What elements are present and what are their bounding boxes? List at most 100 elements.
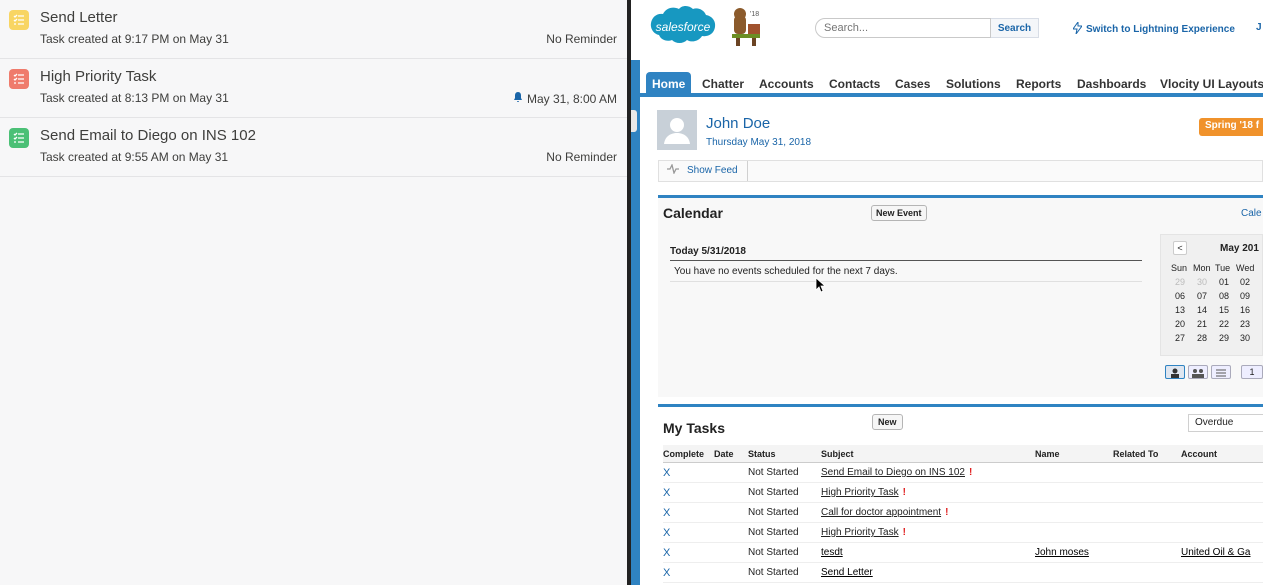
col-account[interactable]: Account — [1181, 449, 1217, 459]
mascot-badge: '18 — [750, 11, 759, 18]
calendar-month-label: May 201 — [1220, 243, 1259, 254]
task-reminder: No Reminder — [546, 150, 617, 164]
new-event-button[interactable]: New Event — [871, 205, 927, 221]
salesforce-logo[interactable]: salesforce — [647, 4, 719, 52]
col-status[interactable]: Status — [748, 449, 776, 459]
calendar-day[interactable]: 30 — [1193, 277, 1211, 287]
task-subject-link[interactable]: High Priority Task — [821, 527, 899, 538]
col-related-to[interactable]: Related To — [1113, 449, 1158, 459]
calendar-day[interactable]: 02 — [1236, 277, 1254, 287]
col-date[interactable]: Date — [714, 449, 734, 459]
calendar-day[interactable]: 14 — [1193, 305, 1211, 315]
complete-link[interactable]: X — [663, 487, 670, 499]
calendar-day[interactable]: 15 — [1215, 305, 1233, 315]
table-row: X Not Started High Priority Task! — [663, 523, 1263, 543]
task-filter-select[interactable]: Overdue — [1188, 414, 1263, 432]
task-item[interactable]: Send Email to Diego on INS 102 Task crea… — [0, 118, 627, 177]
calendar-day[interactable]: 23 — [1236, 319, 1254, 329]
bell-icon — [512, 91, 524, 106]
calendar-day[interactable]: 01 — [1215, 277, 1233, 287]
col-subject[interactable]: Subject — [821, 449, 854, 459]
calendar-prev-button[interactable]: < — [1173, 241, 1187, 255]
search-button[interactable]: Search — [991, 18, 1039, 38]
user-name-link[interactable]: John Doe — [706, 115, 770, 132]
table-row: X Not Started Send Letter — [663, 563, 1263, 583]
split-handle[interactable] — [631, 110, 637, 132]
task-title: Send Email to Diego on INS 102 — [40, 127, 256, 144]
lightning-bolt-icon — [1072, 20, 1083, 37]
task-subject-link[interactable]: Call for doctor appointment — [821, 507, 941, 518]
complete-link[interactable]: X — [663, 467, 670, 479]
task-created: Task created at 8:13 PM on May 31 — [40, 91, 229, 105]
calendar-day[interactable]: 28 — [1193, 333, 1211, 343]
task-item[interactable]: High Priority Task Task created at 8:13 … — [0, 59, 627, 118]
tab-reports[interactable]: Reports — [1016, 72, 1061, 96]
calendar-day[interactable]: 29 — [1215, 333, 1233, 343]
calendar-day[interactable]: 16 — [1236, 305, 1254, 315]
priority-icon: ! — [968, 467, 973, 478]
complete-link[interactable]: X — [663, 507, 670, 519]
release-badge[interactable]: Spring '18 f — [1199, 118, 1263, 136]
task-reminder: May 31, 8:00 AM — [512, 91, 617, 106]
complete-link[interactable]: X — [663, 527, 670, 539]
calendar-day[interactable]: 21 — [1193, 319, 1211, 329]
tab-contacts[interactable]: Contacts — [829, 72, 880, 96]
task-list-icon — [9, 69, 29, 89]
user-date: Thursday May 31, 2018 — [706, 137, 812, 148]
calendar-day[interactable]: 06 — [1171, 291, 1189, 301]
tab-home[interactable]: Home — [646, 72, 692, 96]
user-menu-link[interactable]: J — [1256, 22, 1262, 33]
tab-solutions[interactable]: Solutions — [946, 72, 1001, 96]
col-complete[interactable]: Complete — [663, 449, 704, 459]
tab-vlocity-ui-layouts[interactable]: Vlocity UI Layouts — [1160, 72, 1263, 96]
calendar-day[interactable]: 13 — [1171, 305, 1189, 315]
task-subject-link[interactable]: tesdt — [821, 547, 843, 558]
priority-icon: ! — [902, 527, 906, 538]
dow-label: Sun — [1171, 263, 1188, 273]
list-view-button[interactable] — [1211, 365, 1231, 379]
task-status: Not Started — [748, 567, 799, 578]
task-title: Send Letter — [40, 9, 118, 26]
search-input[interactable] — [815, 18, 991, 38]
show-feed-link[interactable]: Show Feed — [667, 163, 738, 177]
task-account-link[interactable]: United Oil & Ga — [1181, 547, 1250, 558]
calendar-day[interactable]: 08 — [1215, 291, 1233, 301]
calendar-day[interactable]: 27 — [1171, 333, 1189, 343]
new-task-button[interactable]: New — [872, 414, 903, 430]
multi-user-view-button[interactable] — [1188, 365, 1208, 379]
avatar[interactable] — [657, 110, 697, 150]
tab-chatter[interactable]: Chatter — [702, 72, 744, 96]
task-status: Not Started — [748, 547, 799, 558]
tab-accounts[interactable]: Accounts — [759, 72, 814, 96]
task-subject-link[interactable]: Send Letter — [821, 567, 873, 578]
calendar-day[interactable]: 07 — [1193, 291, 1211, 301]
calendar-day[interactable]: 09 — [1236, 291, 1254, 301]
task-name-link[interactable]: John moses — [1035, 547, 1089, 558]
table-row: X Not Started Send Email to Diego on INS… — [663, 463, 1263, 483]
feed-bar: Show Feed — [658, 160, 1263, 182]
tab-cases[interactable]: Cases — [895, 72, 930, 96]
show-feed-label: Show Feed — [687, 165, 738, 176]
col-name[interactable]: Name — [1035, 449, 1060, 459]
reminder-text: No Reminder — [546, 150, 617, 164]
task-item[interactable]: Send Letter Task created at 9:17 PM on M… — [0, 0, 627, 59]
task-subject-link[interactable]: High Priority Task — [821, 487, 899, 498]
dow-label: Tue — [1215, 263, 1231, 273]
complete-link[interactable]: X — [663, 567, 670, 579]
lightning-link-label: Switch to Lightning Experience — [1086, 24, 1235, 35]
calendar-day[interactable]: 29 — [1171, 277, 1189, 287]
task-list-icon — [9, 128, 29, 148]
divider — [670, 260, 1142, 261]
switch-lightning-link[interactable]: Switch to Lightning Experience — [1072, 20, 1235, 37]
tab-dashboards[interactable]: Dashboards — [1077, 72, 1146, 96]
mini-calendar: < May 201 Sun Mon Tue Wed 29 30 01 02 06… — [1160, 234, 1263, 356]
task-subject-link[interactable]: Send Email to Diego on INS 102 — [821, 467, 965, 478]
calendar-link[interactable]: Cale — [1241, 208, 1262, 219]
single-user-view-button[interactable] — [1165, 365, 1185, 379]
calendar-day[interactable]: 20 — [1171, 319, 1189, 329]
calendar-day[interactable]: 30 — [1236, 333, 1254, 343]
table-row: X Not Started tesdt John moses United Oi… — [663, 543, 1263, 563]
calendar-day[interactable]: 22 — [1215, 319, 1233, 329]
day-view-button[interactable]: 1 — [1241, 365, 1263, 379]
complete-link[interactable]: X — [663, 547, 670, 559]
